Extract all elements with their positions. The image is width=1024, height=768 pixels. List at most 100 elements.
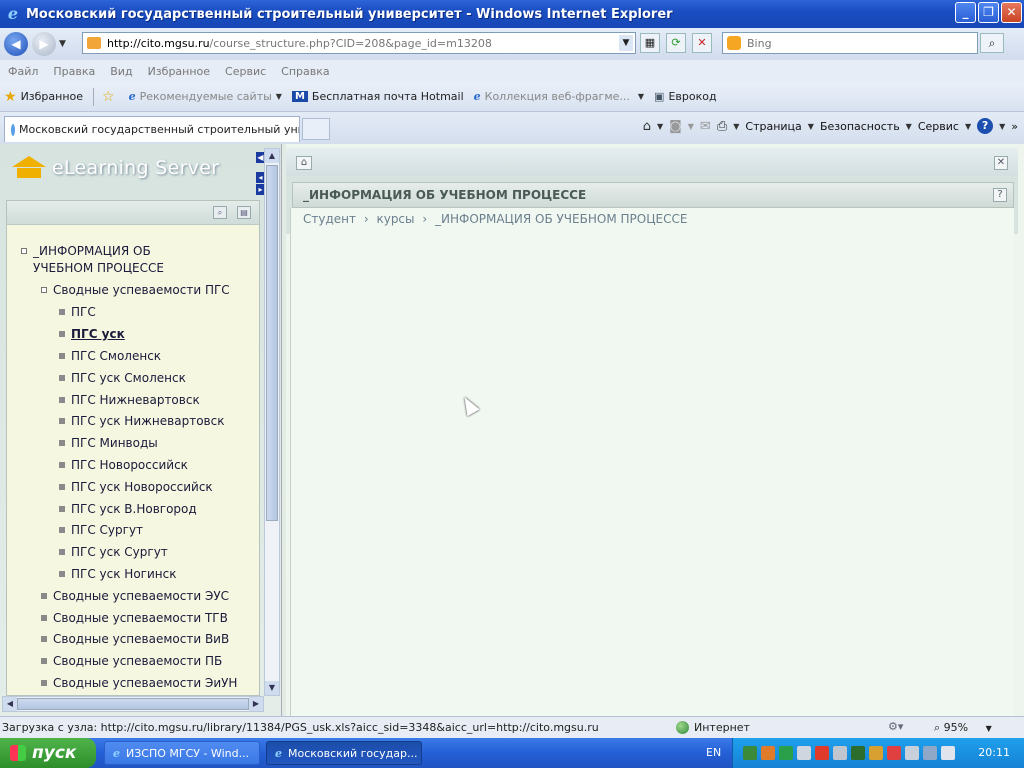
refresh-icon[interactable]: ⟳ <box>666 33 686 53</box>
tab-active[interactable]: Московский государственный строительный … <box>4 116 300 142</box>
tray-icon[interactable] <box>779 746 793 760</box>
add-favorite-button[interactable]: ☆ <box>102 89 119 105</box>
tray-icon[interactable] <box>869 746 883 760</box>
tray-icon[interactable] <box>743 746 757 760</box>
tray-icon[interactable] <box>761 746 775 760</box>
tree-group[interactable]: Сводные успеваемости ЭиУН <box>41 675 237 692</box>
fav-web-slices[interactable]: e Коллекция веб-фрагме... ▼ <box>474 90 644 103</box>
taskbar-item[interactable]: e ИЗСПО МГСУ - Wind... <box>104 741 260 765</box>
more-chevron-icon[interactable]: » <box>1011 120 1018 133</box>
tray-icon[interactable] <box>833 746 847 760</box>
breadcrumb-courses[interactable]: курсы <box>376 212 414 226</box>
search-button[interactable]: ⌕ <box>980 33 1004 53</box>
tree-item[interactable]: ПГС Нижневартовск <box>59 392 200 409</box>
chevron-down-icon[interactable]: ▼ <box>733 122 739 131</box>
scroll-thumb[interactable] <box>266 165 278 521</box>
tree-group[interactable]: Сводные успеваемости ВиВ <box>41 631 229 648</box>
tree-expand-icon[interactable] <box>41 287 47 293</box>
compatibility-icon[interactable]: ▦ <box>640 33 660 53</box>
back-button[interactable]: ◀ <box>4 32 28 56</box>
address-bar: ◀ ▶ ▼ http://cito.mgsu.ru/course_structu… <box>0 28 1024 60</box>
home-icon[interactable]: ⌂ <box>296 156 312 170</box>
tree-item[interactable]: ПГС Новороссийск <box>59 457 188 474</box>
tree-item[interactable]: ПГС уск Нижневартовск <box>59 413 224 430</box>
tray-icon[interactable] <box>851 746 865 760</box>
tray-icon[interactable] <box>923 746 937 760</box>
tree-item[interactable]: ПГС уск В.Новгород <box>59 501 197 518</box>
scroll-right-icon[interactable]: ▶ <box>249 697 263 711</box>
history-dropdown-icon[interactable]: ▼ <box>59 39 71 49</box>
search-input[interactable] <box>747 36 947 50</box>
close-icon[interactable]: ✕ <box>994 156 1008 170</box>
safety-menu[interactable]: Безопасность <box>820 120 900 133</box>
print-icon[interactable]: ⎙ <box>717 119 727 134</box>
mail-icon[interactable]: ✉ <box>700 119 711 134</box>
fav-hotmail[interactable]: M Бесплатная почта Hotmail <box>291 90 464 103</box>
scroll-up-icon[interactable]: ▲ <box>265 149 279 163</box>
url-dropdown-icon[interactable]: ▼ <box>619 35 633 51</box>
help-icon[interactable]: ? <box>977 118 994 134</box>
scroll-thumb[interactable] <box>17 698 249 710</box>
tree-item[interactable]: ПГС Минводы <box>59 435 158 452</box>
tree-item[interactable]: ПГС уск Новороссийск <box>59 479 213 496</box>
menu-file[interactable]: Файл <box>8 65 38 78</box>
tree-item[interactable]: ПГС Сургут <box>59 522 143 539</box>
menu-favorites[interactable]: Избранное <box>148 65 210 78</box>
tray-icon[interactable] <box>905 746 919 760</box>
tree-item[interactable]: ПГС уск Ногинск <box>59 566 176 583</box>
feeds-icon[interactable]: ◙ <box>669 119 682 134</box>
tray-icon[interactable] <box>797 746 811 760</box>
tree-group[interactable]: Сводные успеваемости ПБ <box>41 653 222 670</box>
minimize-button[interactable]: _ <box>955 2 976 23</box>
tree-item[interactable]: ПГС Смоленск <box>59 348 161 365</box>
start-button[interactable]: пуск <box>0 738 96 768</box>
help-icon[interactable]: ? <box>993 188 1007 202</box>
breadcrumb-student[interactable]: Студент <box>303 212 356 226</box>
language-indicator[interactable]: EN <box>706 746 721 759</box>
close-button[interactable]: ✕ <box>1001 2 1022 23</box>
url-field[interactable]: http://cito.mgsu.ru/course_structure.php… <box>82 32 636 54</box>
fav-eurocode[interactable]: ▣ Еврокод <box>654 90 717 103</box>
chevron-down-icon[interactable]: ▼ <box>999 122 1005 131</box>
menu-edit[interactable]: Правка <box>53 65 95 78</box>
fav-suggested-sites[interactable]: e Рекомендуемые сайты ▼ <box>129 90 282 103</box>
menu-help[interactable]: Справка <box>281 65 329 78</box>
tree-menu-icon[interactable]: ▤ <box>237 206 251 219</box>
restore-button[interactable]: ❐ <box>978 2 999 23</box>
taskbar-item-active[interactable]: e Московский государ... <box>266 741 422 765</box>
tree-group[interactable]: Сводные успеваемости ТГВ <box>41 610 228 627</box>
protected-mode-icon[interactable]: ⚙▾ <box>888 720 903 733</box>
tray-icon[interactable] <box>815 746 829 760</box>
hotmail-icon: M <box>291 91 308 102</box>
tree-item[interactable]: ПГС <box>59 304 96 321</box>
zoom-control[interactable]: ⌕ 95% ▼ <box>934 721 992 735</box>
scroll-left-icon[interactable]: ◀ <box>3 697 17 711</box>
new-tab-button[interactable] <box>302 118 330 140</box>
command-bar: ⌂ ▼ ◙ ▼ ✉ ⎙ ▼ Страница ▼ Безопасность ▼ … <box>643 118 1018 134</box>
tree-item[interactable]: ПГС уск Смоленск <box>59 370 186 387</box>
tray-icon[interactable] <box>941 746 955 760</box>
tray-icon[interactable] <box>887 746 901 760</box>
tools-menu[interactable]: Сервис <box>918 120 959 133</box>
menu-view[interactable]: Вид <box>110 65 132 78</box>
favorites-button[interactable]: ★ Избранное <box>4 89 83 105</box>
tree-root[interactable]: _ИНФОРМАЦИЯ ОБ УЧЕБНОМ ПРОЦЕССЕ <box>21 243 211 277</box>
tree-item[interactable]: ПГС уск Сургут <box>59 544 168 561</box>
forward-button[interactable]: ▶ <box>32 32 56 56</box>
scroll-down-icon[interactable]: ▼ <box>265 681 279 695</box>
menu-tools[interactable]: Сервис <box>225 65 266 78</box>
chevron-down-icon[interactable]: ▼ <box>657 122 663 131</box>
clock[interactable]: 20:11 <box>978 746 1010 759</box>
tree-expand-icon[interactable] <box>21 248 27 254</box>
tree-vertical-scrollbar[interactable]: ▲ ▼ <box>264 148 280 696</box>
home-icon[interactable]: ⌂ <box>643 119 651 134</box>
status-text: Загрузка с узла: http://cito.mgsu.ru/lib… <box>2 721 599 734</box>
stop-icon[interactable]: ✕ <box>692 33 712 53</box>
search-tree-icon[interactable]: ⌕ <box>213 206 227 219</box>
search-field[interactable] <box>722 32 978 54</box>
tree-item-active[interactable]: ПГС уск <box>59 326 125 343</box>
tree-horizontal-scrollbar[interactable]: ◀ ▶ <box>2 696 264 712</box>
tree-group-pgs[interactable]: Сводные успеваемости ПГС <box>41 282 230 299</box>
tree-group[interactable]: Сводные успеваемости ЭУС <box>41 588 229 605</box>
page-menu[interactable]: Страница <box>745 120 801 133</box>
